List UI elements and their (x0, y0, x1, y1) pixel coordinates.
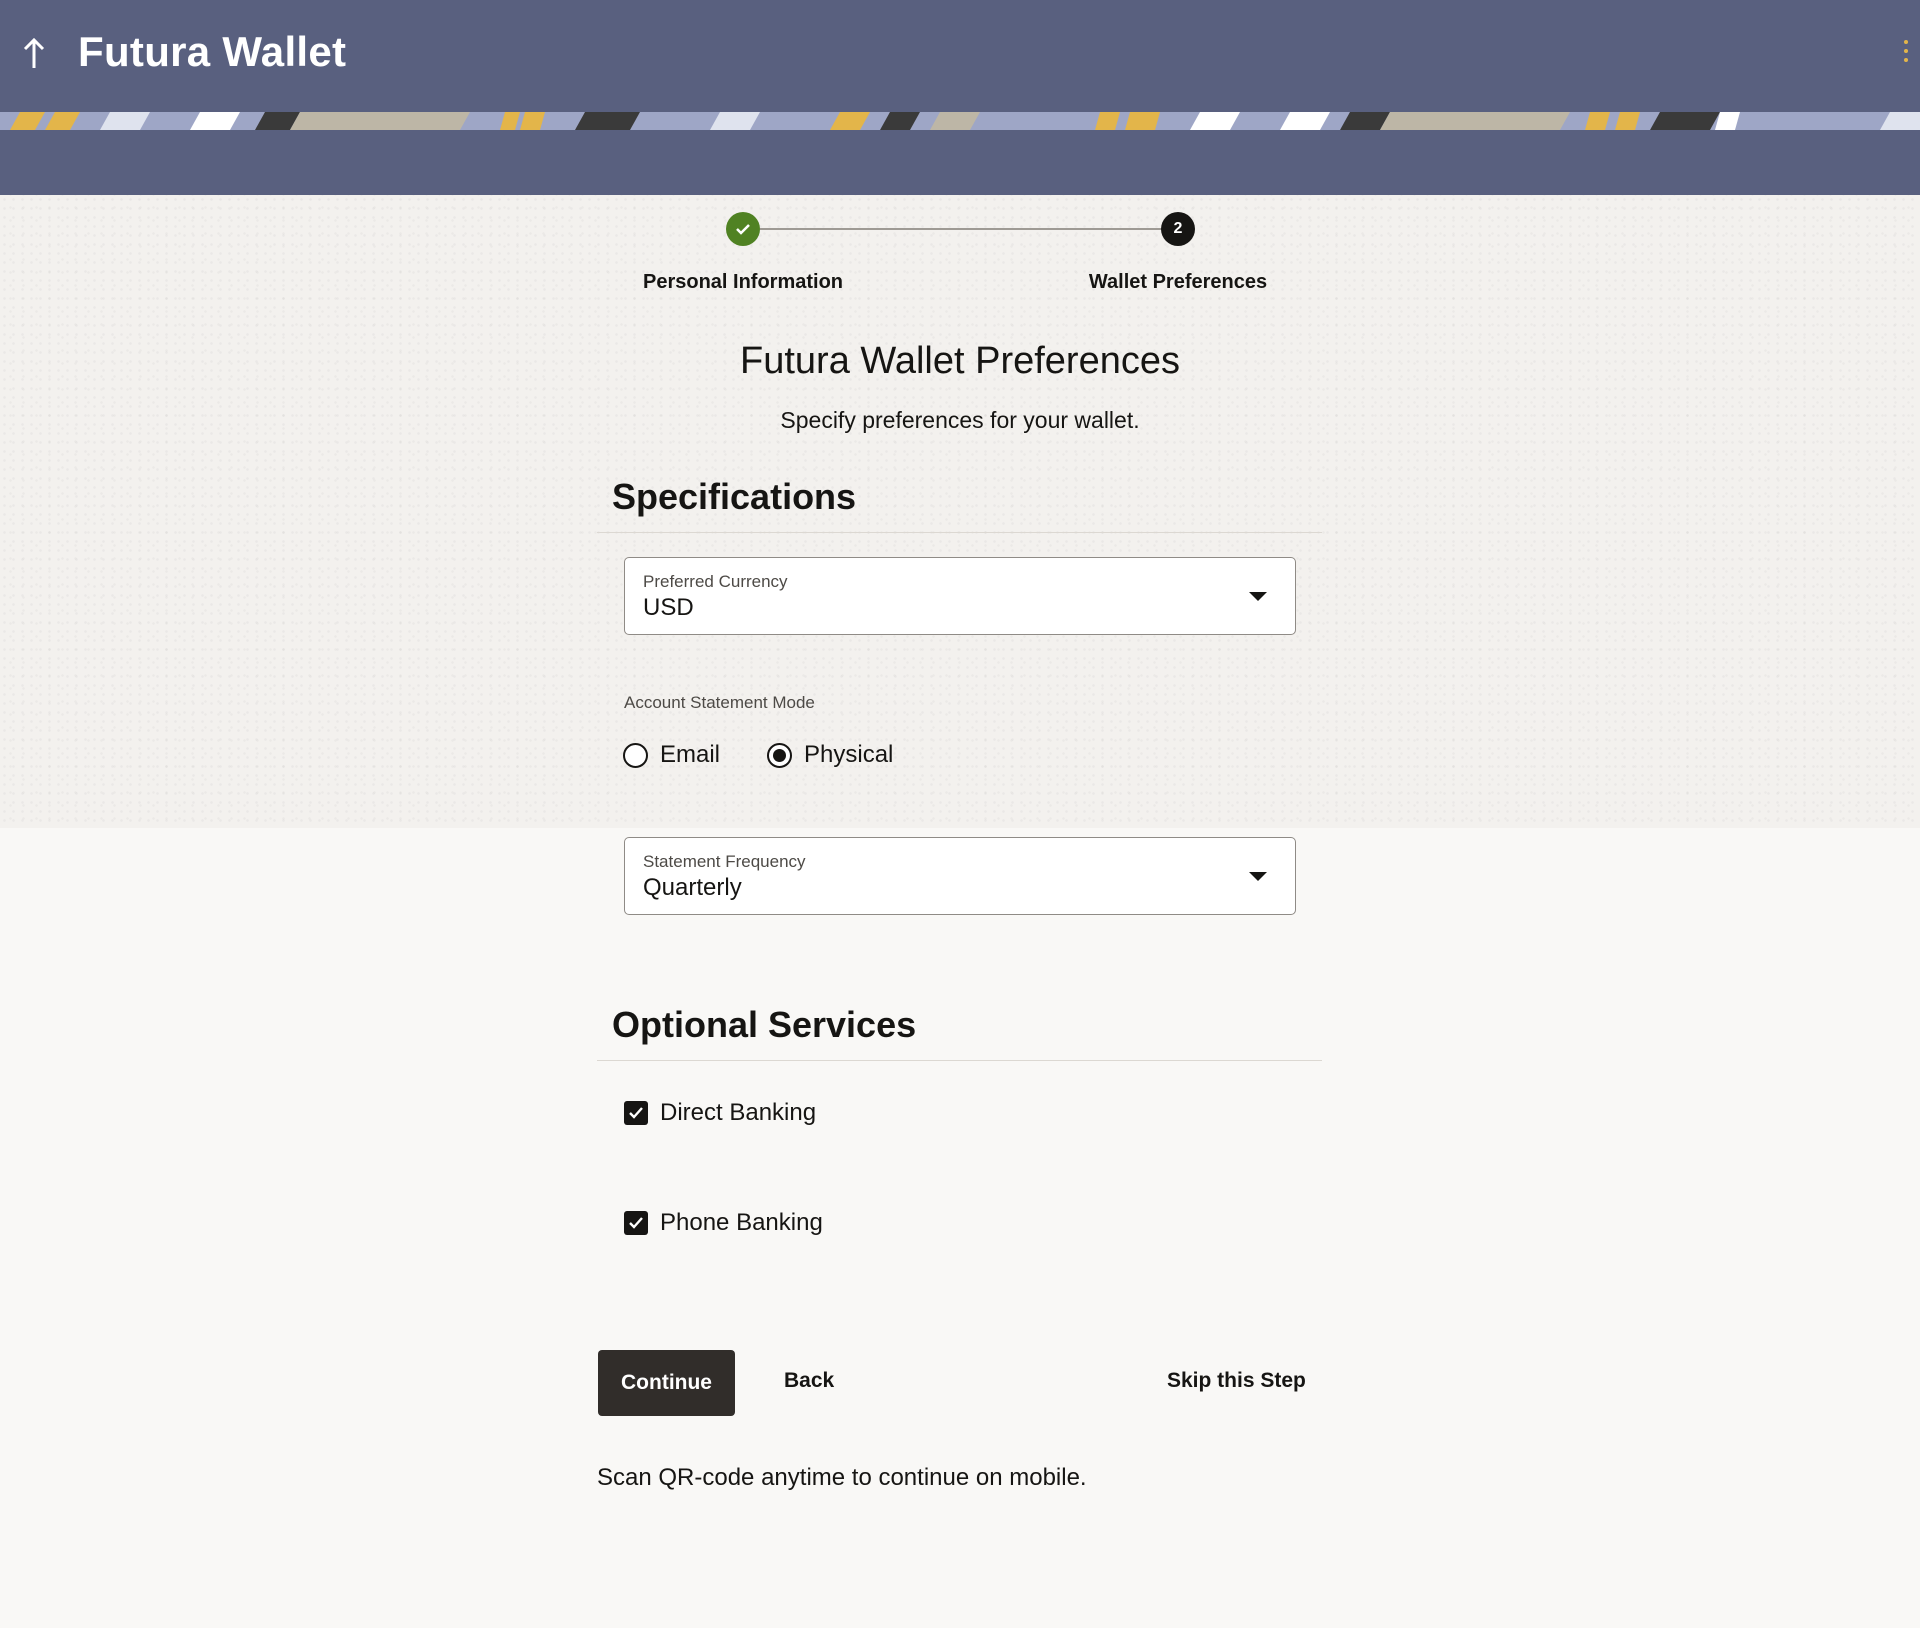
radio-unselected-icon[interactable] (623, 742, 648, 768)
radio-physical[interactable]: Physical (767, 740, 893, 770)
kebab-menu-icon[interactable] (1902, 40, 1910, 66)
statement-frequency-select[interactable]: Statement Frequency Quarterly (624, 837, 1296, 915)
progress-stepper: 2 Personal Information Wallet Preference… (0, 195, 1920, 305)
select-value: USD (643, 594, 694, 621)
qr-code-note: Scan QR-code anytime to continue on mobi… (597, 1464, 1087, 1491)
checkbox-label: Phone Banking (660, 1209, 823, 1236)
checkbox-direct-banking[interactable]: Direct Banking (624, 1098, 816, 1128)
section-heading-optional-services: Optional Services (612, 1004, 917, 1045)
continue-button[interactable]: Continue (598, 1350, 735, 1416)
decorative-pattern-strip (0, 112, 1920, 130)
caret-down-icon (1249, 592, 1267, 601)
header-bar: Futura Wallet (0, 0, 1920, 112)
section-heading-specifications: Specifications (612, 476, 857, 517)
checkbox-checked-icon[interactable] (624, 1101, 648, 1125)
step-current-indicator: 2 (1161, 212, 1195, 246)
app-title: Futura Wallet (78, 28, 347, 75)
radio-label: Physical (804, 741, 894, 768)
caret-down-icon (1249, 872, 1267, 881)
section-divider (597, 532, 1322, 533)
radio-email[interactable]: Email (623, 740, 720, 770)
app-header: Futura Wallet (0, 0, 1920, 195)
preferred-currency-select[interactable]: Preferred Currency USD (624, 557, 1296, 635)
check-icon (736, 224, 750, 235)
select-label: Preferred Currency (643, 572, 788, 591)
radio-group-label: Account Statement Mode (624, 693, 815, 712)
stepper-connector (760, 228, 1178, 230)
step-label-personal-information: Personal Information (642, 271, 844, 293)
arrow-up-icon[interactable] (18, 34, 50, 74)
page-title: Futura Wallet Preferences (740, 340, 1180, 382)
select-value: Quarterly (643, 874, 742, 901)
skip-step-button[interactable]: Skip this Step (1167, 1369, 1306, 1393)
checkbox-phone-banking[interactable]: Phone Banking (624, 1208, 823, 1238)
checkbox-checked-icon[interactable] (624, 1211, 648, 1235)
radio-selected-icon[interactable] (767, 742, 792, 768)
select-label: Statement Frequency (643, 852, 806, 871)
page-subtitle: Specify preferences for your wallet. (780, 407, 1140, 433)
radio-label: Email (660, 741, 721, 768)
step-complete-indicator (726, 212, 760, 246)
checkbox-label: Direct Banking (660, 1099, 817, 1126)
step-label-wallet-preferences: Wallet Preferences (1088, 271, 1268, 293)
header-lower-band (0, 130, 1920, 195)
section-divider (597, 1060, 1322, 1061)
back-button[interactable]: Back (784, 1369, 834, 1393)
